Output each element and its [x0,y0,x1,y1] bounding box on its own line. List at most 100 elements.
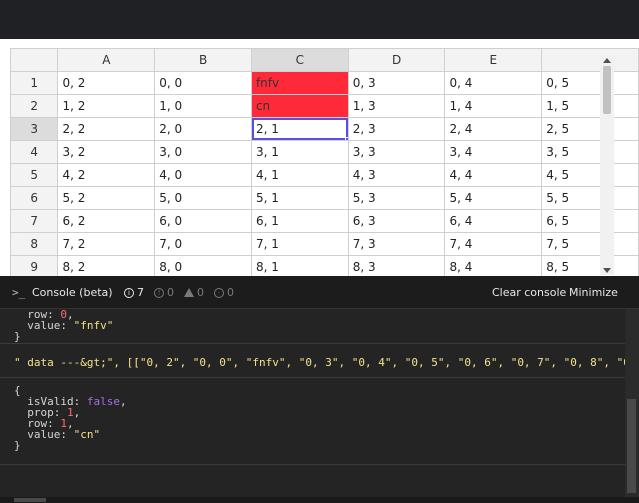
column-header-c[interactable]: C [250,48,349,72]
grid-cell[interactable]: 7, 1 [250,232,349,256]
grid-cell[interactable]: 0, 4 [444,71,543,95]
grid-cell[interactable]: 8, 3 [347,255,446,276]
grid-cell[interactable]: 3, 0 [154,140,252,164]
console-entry: row: 0, value: "fnfv" } [0,309,625,344]
grid-cell[interactable]: 1, 4 [444,94,543,118]
grid-cell[interactable]: 4, 5 [541,163,639,187]
log-count-value: 0 [227,286,234,299]
grid-cell[interactable]: 4, 1 [250,163,349,187]
grid-cell[interactable]: 4, 3 [347,163,446,187]
fill-handle[interactable] [344,137,348,140]
grid-cell[interactable]: 2, 2 [57,117,156,141]
scroll-down-arrow-icon[interactable] [603,268,611,273]
console-hscroll-thumb[interactable] [14,498,46,502]
grid-cell[interactable]: 7, 2 [57,232,156,256]
grid-cell[interactable]: 7, 5 [541,232,639,256]
grid-cell[interactable]: 6, 3 [347,209,446,233]
row-header[interactable]: 9 [9,255,59,276]
info-icon: i [124,287,134,298]
error-count-value: 0 [167,286,174,299]
info-count[interactable]: i 7 [124,286,144,299]
grid-cell[interactable]: 8, 5 [541,255,639,276]
grid-cell[interactable]: 1, 5 [541,94,639,118]
grid-cell[interactable]: 6, 5 [541,209,639,233]
grid-cell[interactable]: 5, 2 [57,186,156,210]
grid-cell[interactable]: 1, 2 [57,94,156,118]
console-header: >_ Console (beta) i 7 ! 0 0 · 0 Clear co… [0,276,639,309]
grid-cell[interactable]: 5, 3 [347,186,446,210]
grid-cell[interactable]: 1, 3 [347,94,446,118]
grid-cell[interactable]: 6, 2 [57,209,156,233]
grid-cell[interactable]: 6, 1 [250,209,349,233]
sheet-scroll-thumb[interactable] [603,66,611,114]
row-header[interactable]: 5 [9,163,59,187]
column-header-b[interactable]: B [154,48,252,72]
grid-cell[interactable]: 1, 0 [154,94,252,118]
grid-cell[interactable]: 2, 1 [250,117,349,141]
console-horizontal-scrollbar[interactable] [0,497,639,503]
grid-cell[interactable]: 4, 2 [57,163,156,187]
grid-cell[interactable]: 7, 4 [444,232,543,256]
entry-key: value: [27,428,74,441]
grid-cell[interactable]: 8, 0 [154,255,252,276]
row-header[interactable]: 7 [9,209,59,233]
grid-cell[interactable]: 3, 2 [57,140,156,164]
column-header-d[interactable]: D [347,48,446,72]
row-header[interactable]: 1 [9,71,59,95]
grid-cell[interactable]: 2, 4 [444,117,543,141]
console-vertical-scrollbar[interactable] [625,309,639,503]
grid-cell[interactable]: 5, 0 [154,186,252,210]
grid-cell[interactable]: fnfv [250,71,349,95]
console-scroll-thumb[interactable] [627,399,636,493]
grid-cell[interactable]: 0, 0 [154,71,252,95]
grid-cell[interactable]: 0, 3 [347,71,446,95]
grid-cell[interactable]: 6, 4 [444,209,543,233]
table-row: 3 2, 2 2, 0 2, 1 2, 3 2, 4 2, 5 [9,117,639,141]
console-panel: >_ Console (beta) i 7 ! 0 0 · 0 Clear co… [0,276,639,503]
spreadsheet-grid: A B C D E 1 0, 2 0, 0 fnfv 0, 3 0, 4 0, 5 2 1, 2… [9,48,639,276]
grid-cell[interactable]: 4, 4 [444,163,543,187]
row-header[interactable]: 6 [9,186,59,210]
grid-cell[interactable]: 3, 3 [347,140,446,164]
error-count[interactable]: ! 0 [154,286,174,299]
grid-cell[interactable]: cn [250,94,349,118]
grid-cell[interactable]: 5, 1 [250,186,349,210]
grid-cell[interactable]: 0, 5 [541,71,639,95]
corner-header[interactable] [9,48,59,72]
terminal-prompt-icon: >_ [12,286,26,299]
grid-cell[interactable]: 3, 1 [250,140,349,164]
grid-cell[interactable]: 0, 2 [57,71,156,95]
grid-cell[interactable]: 2, 0 [154,117,252,141]
row-header[interactable]: 3 [9,117,59,141]
clear-console-button[interactable]: Clear console [492,286,566,299]
console-title: Console (beta) [32,286,113,299]
grid-cell[interactable]: 8, 2 [57,255,156,276]
grid-cell[interactable]: 2, 5 [541,117,639,141]
scroll-up-arrow-icon[interactable] [603,58,611,63]
minimize-button[interactable]: Minimize [569,286,618,299]
table-row: 2 1, 2 1, 0 cn 1, 3 1, 4 1, 5 [9,94,639,118]
grid-cell[interactable]: 8, 4 [444,255,543,276]
grid-cell[interactable]: 7, 0 [154,232,252,256]
log-count[interactable]: · 0 [214,286,234,299]
column-header-e[interactable]: E [444,48,543,72]
row-header[interactable]: 8 [9,232,59,256]
grid-cell[interactable]: 7, 3 [347,232,446,256]
grid-cell[interactable]: 8, 1 [250,255,349,276]
row-header[interactable]: 2 [9,94,59,118]
column-header-a[interactable]: A [57,48,156,72]
column-header-f[interactable] [541,48,639,72]
grid-cell[interactable]: 3, 5 [541,140,639,164]
grid-cell[interactable]: 6, 0 [154,209,252,233]
console-log: row: 0, value: "fnfv" } " data ---&gt;",… [0,309,625,503]
warning-count[interactable]: 0 [184,286,204,299]
grid-cell[interactable]: 5, 4 [444,186,543,210]
grid-cell[interactable]: 2, 3 [347,117,446,141]
grid-cell[interactable]: 5, 5 [541,186,639,210]
error-icon: ! [154,287,164,298]
row-header[interactable]: 4 [9,140,59,164]
grid-cell[interactable]: 3, 4 [444,140,543,164]
entry-key: value: [27,319,74,332]
sheet-vertical-scrollbar[interactable] [600,56,614,275]
grid-cell[interactable]: 4, 0 [154,163,252,187]
